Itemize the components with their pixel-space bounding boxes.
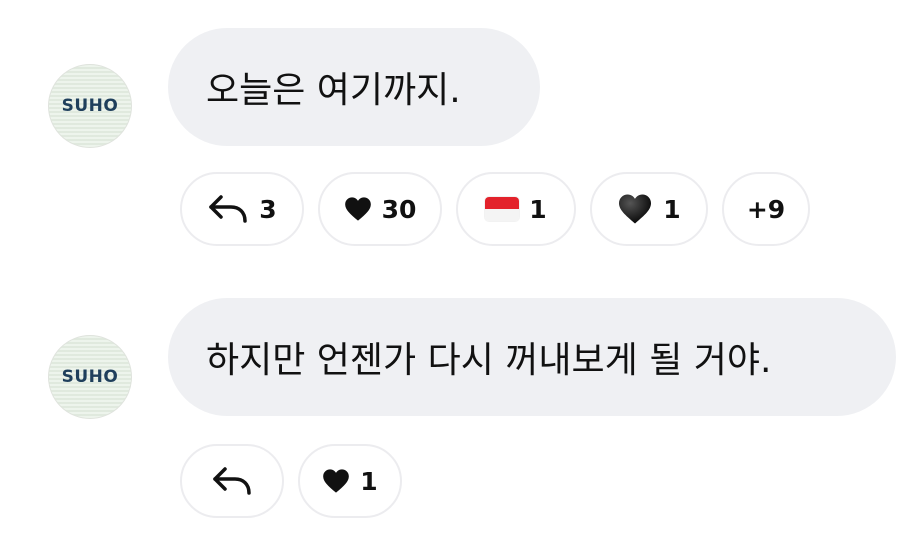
message-text: 오늘은 여기까지. <box>206 70 461 111</box>
reaction-bar: 3 30 1 1 +9 <box>180 172 810 246</box>
reply-count: 3 <box>259 194 277 224</box>
reply-arrow-icon <box>207 193 249 225</box>
heart-count: 30 <box>381 194 417 224</box>
message-bubble[interactable]: 오늘은 여기까지. <box>168 28 540 146</box>
black-heart-reaction[interactable]: 1 <box>590 172 708 246</box>
heart-reaction[interactable]: 1 <box>298 444 402 518</box>
heart-count: 1 <box>360 466 378 496</box>
message-bubble[interactable]: 하지만 언젠가 다시 꺼내보게 될 거야. <box>168 298 896 416</box>
more-reactions-button[interactable]: +9 <box>722 172 810 246</box>
avatar-label: SUHO <box>61 367 119 387</box>
black-heart-emoji-icon <box>617 193 653 225</box>
heart-icon <box>322 468 350 494</box>
black-heart-count: 1 <box>663 194 681 224</box>
more-reactions-label: +9 <box>746 194 786 224</box>
indonesia-flag-icon <box>485 197 520 221</box>
avatar[interactable]: SUHO <box>48 64 132 148</box>
avatar-label: SUHO <box>61 96 119 116</box>
flag-reaction[interactable]: 1 <box>456 172 576 246</box>
reply-button[interactable] <box>180 444 284 518</box>
heart-reaction[interactable]: 30 <box>318 172 442 246</box>
reply-button[interactable]: 3 <box>180 172 304 246</box>
heart-icon <box>344 196 372 222</box>
message-text: 하지만 언젠가 다시 꺼내보게 될 거야. <box>206 340 772 381</box>
reaction-bar: 1 <box>180 444 402 518</box>
flag-count: 1 <box>529 194 547 224</box>
avatar[interactable]: SUHO <box>48 335 132 419</box>
reply-arrow-icon <box>211 465 253 497</box>
